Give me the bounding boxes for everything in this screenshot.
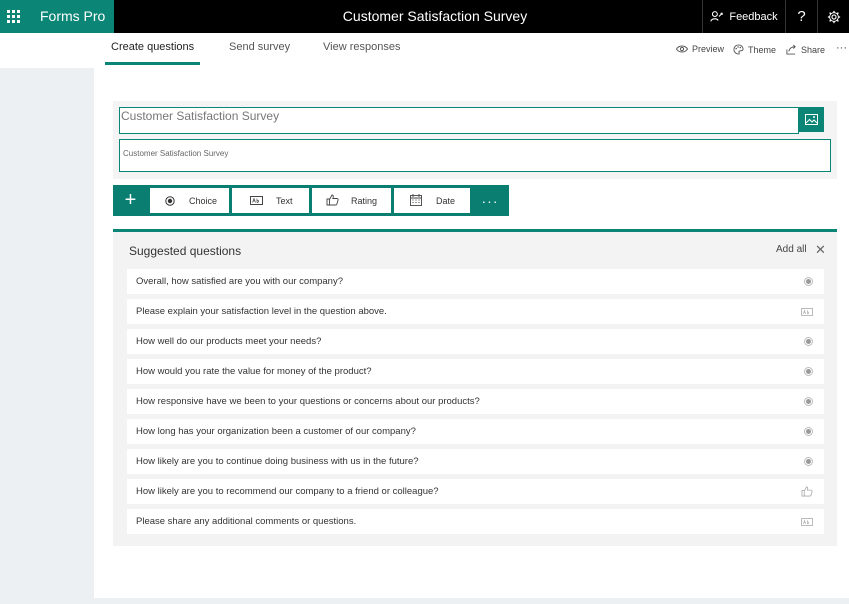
- suggested-question-row[interactable]: How likely are you to recommend our comp…: [127, 479, 824, 504]
- add-question-button[interactable]: +: [114, 185, 147, 216]
- add-rating-button[interactable]: Rating: [312, 188, 391, 213]
- choice-label: Choice: [189, 195, 218, 206]
- gear-icon: [827, 10, 840, 23]
- suggested-question-text: Please explain your satisfaction level i…: [136, 306, 387, 317]
- tab-bar-strip: [0, 33, 94, 68]
- date-label: Date: [436, 195, 456, 206]
- feedback-button[interactable]: Feedback: [702, 0, 785, 33]
- text-box-icon: [801, 509, 813, 534]
- share-icon: [786, 44, 796, 55]
- suggested-question-row[interactable]: How responsive have we been to your ques…: [127, 389, 824, 414]
- tab-send-survey[interactable]: Send survey: [229, 41, 290, 53]
- theme-label: Theme: [748, 44, 777, 55]
- share-label: Share: [801, 44, 826, 55]
- tab-create-questions[interactable]: Create questions: [111, 41, 194, 53]
- suggested-question-row[interactable]: Please share any additional comments or …: [127, 509, 824, 534]
- app-name[interactable]: Forms Pro: [26, 0, 114, 33]
- suggested-question-row[interactable]: How well do our products meet your needs…: [127, 329, 824, 354]
- add-text-button[interactable]: Text: [232, 188, 309, 213]
- suggested-question-text: How well do our products meet your needs…: [136, 336, 322, 347]
- waffle-icon: [6, 10, 20, 23]
- thumbs-up-icon: [326, 194, 339, 208]
- calendar-icon: [410, 194, 422, 208]
- suggested-question-row[interactable]: Overall, how satisfied are you with our …: [127, 269, 824, 294]
- insert-image-button[interactable]: [799, 107, 824, 132]
- suggested-question-text: How likely are you to continue doing bus…: [136, 456, 419, 467]
- suggested-question-text: How would you rate the value for money o…: [136, 366, 372, 377]
- form-title-input[interactable]: Customer Satisfaction Survey: [119, 107, 799, 134]
- radio-icon: [804, 269, 813, 294]
- share-button[interactable]: Share: [786, 44, 825, 55]
- text-label: Text: [276, 195, 293, 206]
- suggested-question-row[interactable]: Please explain your satisfaction level i…: [127, 299, 824, 324]
- suggested-question-text: Please share any additional comments or …: [136, 516, 357, 527]
- radio-icon: [804, 419, 813, 444]
- more-actions-button[interactable]: ···: [836, 42, 847, 54]
- suggested-question-row[interactable]: How long has your organization been a cu…: [127, 419, 824, 444]
- text-box-icon: [250, 196, 263, 207]
- theme-button[interactable]: Theme: [733, 44, 776, 55]
- feedback-label: Feedback: [729, 10, 778, 23]
- suggested-question-row[interactable]: How would you rate the value for money o…: [127, 359, 824, 384]
- add-choice-button[interactable]: Choice: [150, 188, 229, 213]
- active-tab-indicator: [105, 62, 200, 65]
- suggested-question-text: How responsive have we been to your ques…: [136, 396, 480, 407]
- radio-icon: [804, 389, 813, 414]
- preview-label: Preview: [692, 44, 725, 54]
- app-launcher-button[interactable]: [0, 0, 26, 33]
- radio-icon: [804, 359, 813, 384]
- more-question-types-button[interactable]: ···: [472, 185, 508, 216]
- feedback-icon: [710, 11, 724, 22]
- close-suggestions-button[interactable]: ✕: [815, 242, 826, 258]
- document-title: Customer Satisfaction Survey: [342, 8, 528, 24]
- settings-button[interactable]: [817, 0, 849, 33]
- add-date-button[interactable]: Date: [394, 188, 470, 213]
- suggested-question-text: How likely are you to recommend our comp…: [136, 486, 439, 497]
- suggested-question-text: How long has your organization been a cu…: [136, 426, 416, 437]
- tab-view-responses[interactable]: View responses: [323, 41, 400, 53]
- thumbs-up-icon: [801, 479, 813, 504]
- rating-label: Rating: [351, 195, 378, 206]
- help-button[interactable]: ?: [785, 0, 817, 33]
- radio-icon: [165, 196, 175, 208]
- suggested-question-text: Overall, how satisfied are you with our …: [136, 276, 343, 287]
- form-description-input[interactable]: Customer Satisfaction Survey: [119, 139, 831, 172]
- suggested-questions-title: Suggested questions: [129, 244, 242, 258]
- image-icon: [805, 114, 818, 125]
- palette-icon: [733, 44, 744, 55]
- eye-icon: [676, 45, 688, 53]
- text-box-icon: [801, 299, 813, 324]
- add-all-button[interactable]: Add all: [776, 244, 807, 255]
- top-right-controls: Feedback ?: [702, 0, 849, 33]
- preview-button[interactable]: Preview: [676, 44, 724, 54]
- suggested-question-row[interactable]: How likely are you to continue doing bus…: [127, 449, 824, 474]
- radio-icon: [804, 449, 813, 474]
- top-bar: Forms Pro Customer Satisfaction Survey F…: [0, 0, 849, 33]
- radio-icon: [804, 329, 813, 354]
